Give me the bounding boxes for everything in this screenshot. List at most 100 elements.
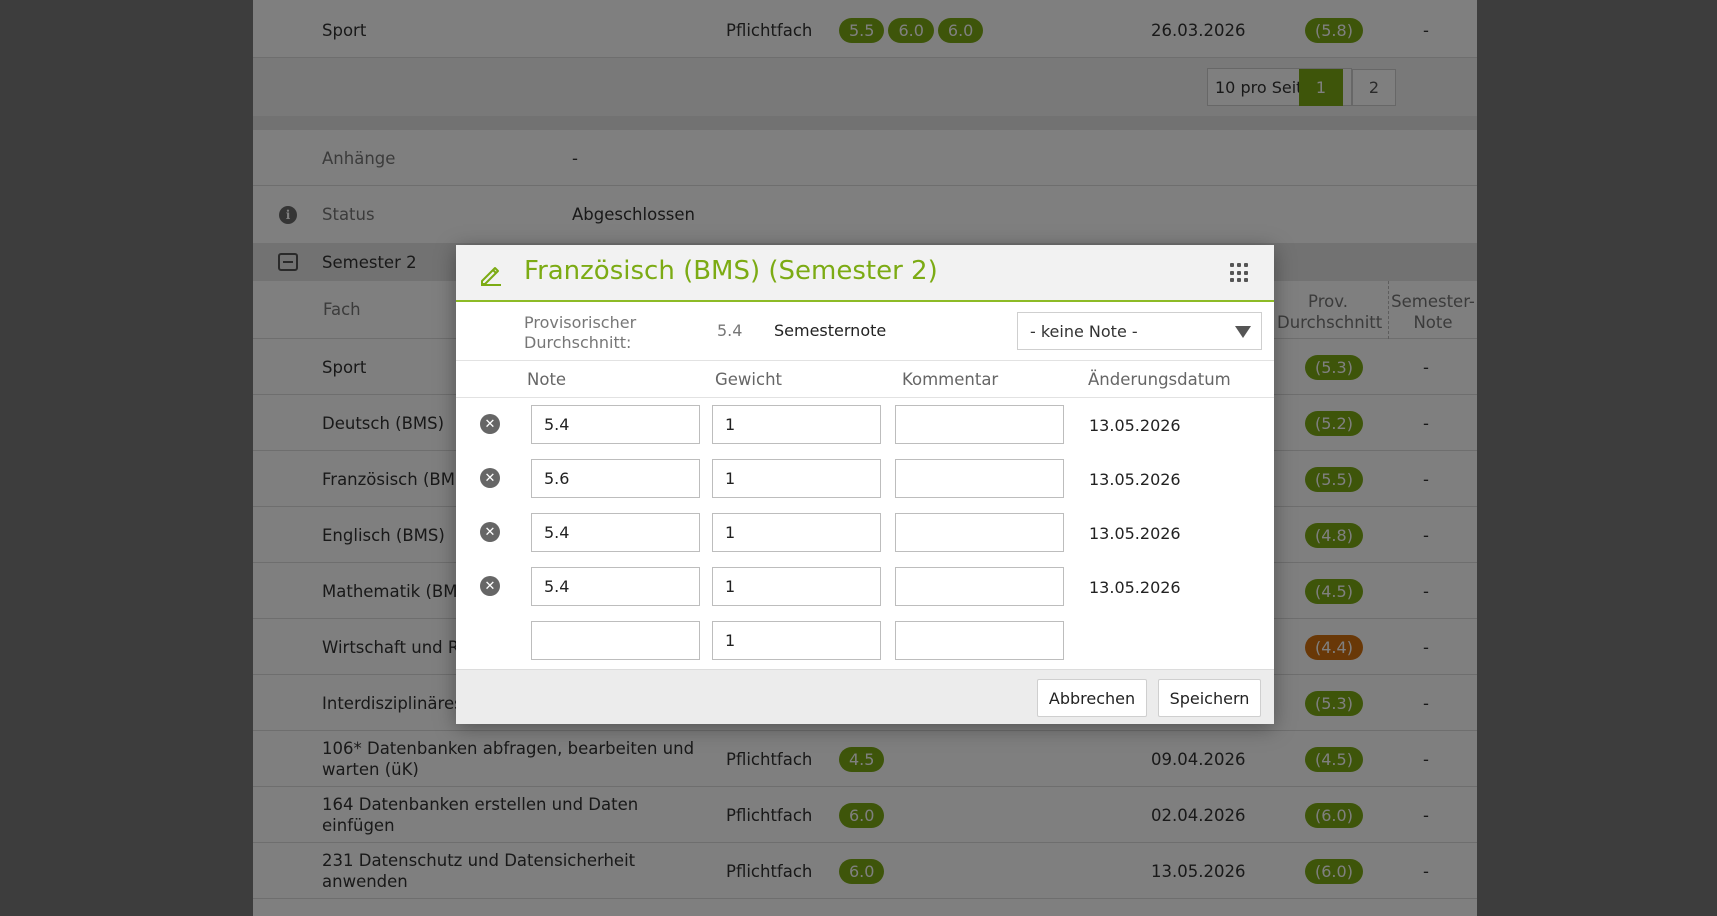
cancel-button[interactable]: Abbrechen bbox=[1037, 679, 1147, 717]
chevron-down-icon bbox=[1235, 326, 1251, 338]
date-cell: 13.05.2026 bbox=[1089, 469, 1181, 489]
collapse-icon[interactable] bbox=[278, 253, 298, 271]
semester-cell: - bbox=[1423, 581, 1429, 601]
prov-badge: (6.0) bbox=[1305, 802, 1363, 828]
gewicht-input[interactable] bbox=[712, 567, 881, 606]
datum-cell: 26.03.2026 bbox=[1151, 20, 1246, 40]
noten-cell: 6.0 bbox=[839, 843, 885, 899]
prov-cell: (5.5) bbox=[1305, 451, 1363, 507]
semester-cell: - bbox=[1423, 357, 1429, 377]
prov-cell: (4.5) bbox=[1305, 563, 1363, 619]
grid-menu-icon[interactable] bbox=[1230, 263, 1250, 283]
prov-cell: (6.0) bbox=[1305, 787, 1363, 843]
kommentar-input[interactable] bbox=[895, 567, 1064, 606]
semesternote-label: Semesternote bbox=[774, 321, 887, 340]
fach-cell: 164 Datenbanken erstellen und Daten einf… bbox=[322, 795, 639, 835]
pencil-icon bbox=[481, 267, 501, 286]
status-row: i Status Abgeschlossen bbox=[253, 186, 1477, 242]
table-row[interactable]: 231 Datenschutz und Datensicherheit anwe… bbox=[253, 843, 1477, 899]
prov-label: Provisorischer Durchschnitt: bbox=[524, 313, 637, 352]
note-input[interactable] bbox=[531, 621, 700, 660]
kommentar-input[interactable] bbox=[895, 405, 1064, 444]
prov-cell: (4.8) bbox=[1305, 507, 1363, 563]
prov-value: 5.4 bbox=[717, 321, 743, 340]
semester-cell: - bbox=[1423, 469, 1429, 489]
noten-cell: 5.5 6.0 6.0 bbox=[839, 2, 984, 58]
fach-cell: 231 Datenschutz und Datensicherheit anwe… bbox=[322, 851, 636, 891]
column-header-datum: Änderungsdatum bbox=[1088, 370, 1231, 389]
remove-circle-icon[interactable]: ✕ bbox=[480, 522, 500, 542]
gewicht-input[interactable] bbox=[712, 621, 881, 660]
column-header-semester: Semester-Note bbox=[1388, 281, 1477, 339]
gewicht-input[interactable] bbox=[712, 459, 881, 498]
remove-circle-icon[interactable]: ✕ bbox=[480, 468, 500, 488]
semester-cell: - bbox=[1423, 805, 1429, 825]
prov-cell: (5.3) bbox=[1305, 339, 1363, 395]
gewicht-input[interactable] bbox=[712, 513, 881, 552]
grade-row: ✕ 13.05.2026 bbox=[456, 506, 1274, 560]
grade-badge[interactable]: 6.0 bbox=[839, 858, 885, 884]
new-grade-row bbox=[456, 614, 1274, 668]
noten-cell: 6.0 bbox=[839, 787, 885, 843]
anhaenge-label: Anhänge bbox=[322, 148, 396, 168]
fach-cell: Sport bbox=[322, 20, 367, 40]
kommentar-input[interactable] bbox=[895, 621, 1064, 660]
status-value: Abgeschlossen bbox=[572, 204, 695, 224]
semester-cell: - bbox=[1423, 861, 1429, 881]
semesternote-select[interactable]: - keine Note - bbox=[1017, 312, 1262, 350]
remove-circle-icon[interactable]: ✕ bbox=[480, 414, 500, 434]
prov-badge: (5.2) bbox=[1305, 410, 1363, 436]
page-button-2[interactable]: 2 bbox=[1352, 69, 1396, 106]
prov-badge: (4.5) bbox=[1305, 746, 1363, 772]
table-row[interactable]: 164 Datenbanken erstellen und Daten einf… bbox=[253, 787, 1477, 843]
prov-cell: (4.4) bbox=[1305, 619, 1363, 675]
typ-cell: Pflichtfach bbox=[726, 861, 813, 881]
table-row[interactable]: 106* Datenbanken abfragen, bearbeiten un… bbox=[253, 731, 1477, 787]
noten-cell: 4.5 bbox=[839, 731, 885, 787]
prov-badge: (4.5) bbox=[1305, 578, 1363, 604]
gewicht-input[interactable] bbox=[712, 405, 881, 444]
column-header-kommentar: Kommentar bbox=[902, 370, 999, 389]
grade-row: ✕ 13.05.2026 bbox=[456, 398, 1274, 452]
page-button-1[interactable]: 1 bbox=[1299, 69, 1343, 106]
note-input[interactable] bbox=[531, 567, 700, 606]
typ-cell: Pflichtfach bbox=[726, 20, 813, 40]
semester-label: Semester 2 bbox=[322, 252, 417, 272]
anhaenge-value: - bbox=[572, 148, 578, 168]
prov-badge: (5.3) bbox=[1305, 690, 1363, 716]
grade-badge[interactable]: 6.0 bbox=[888, 17, 934, 43]
dialog-header: Französisch (BMS) (Semester 2) bbox=[456, 245, 1274, 302]
kommentar-input[interactable] bbox=[895, 459, 1064, 498]
grade-badge[interactable]: 6.0 bbox=[937, 17, 984, 43]
dialog-summary: Provisorischer Durchschnitt: 5.4 Semeste… bbox=[456, 302, 1274, 361]
grades-table-header: Note Gewicht Kommentar Änderungsdatum bbox=[456, 361, 1274, 398]
note-input[interactable] bbox=[531, 405, 700, 444]
date-cell: 13.05.2026 bbox=[1089, 577, 1181, 597]
grade-badge[interactable]: 5.5 bbox=[839, 17, 885, 43]
prov-badge: (4.8) bbox=[1305, 522, 1363, 548]
status-label: Status bbox=[322, 204, 375, 224]
prov-cell: (5.3) bbox=[1305, 675, 1363, 731]
anhaenge-row: Anhänge - bbox=[253, 130, 1477, 186]
kommentar-input[interactable] bbox=[895, 513, 1064, 552]
note-input[interactable] bbox=[531, 459, 700, 498]
datum-cell: 13.05.2026 bbox=[1151, 861, 1246, 881]
divider bbox=[253, 116, 1477, 130]
datum-cell: 09.04.2026 bbox=[1151, 749, 1246, 769]
date-cell: 13.05.2026 bbox=[1089, 415, 1181, 435]
grade-badge[interactable]: 4.5 bbox=[839, 746, 885, 772]
column-header-fach: Fach bbox=[323, 300, 361, 319]
info-icon: i bbox=[279, 206, 297, 224]
grade-row: ✕ 13.05.2026 bbox=[456, 560, 1274, 614]
grade-badge[interactable]: 6.0 bbox=[839, 802, 885, 828]
typ-cell: Pflichtfach bbox=[726, 805, 813, 825]
date-cell: 13.05.2026 bbox=[1089, 523, 1181, 543]
note-input[interactable] bbox=[531, 513, 700, 552]
prov-cell: (5.8) bbox=[1305, 2, 1363, 58]
semester-cell: - bbox=[1423, 20, 1429, 40]
semester-cell: - bbox=[1423, 693, 1429, 713]
save-button[interactable]: Speichern bbox=[1158, 679, 1261, 717]
column-header-gewicht: Gewicht bbox=[715, 370, 783, 389]
remove-circle-icon[interactable]: ✕ bbox=[480, 576, 500, 596]
semesternote-value: - keine Note - bbox=[1030, 321, 1138, 341]
